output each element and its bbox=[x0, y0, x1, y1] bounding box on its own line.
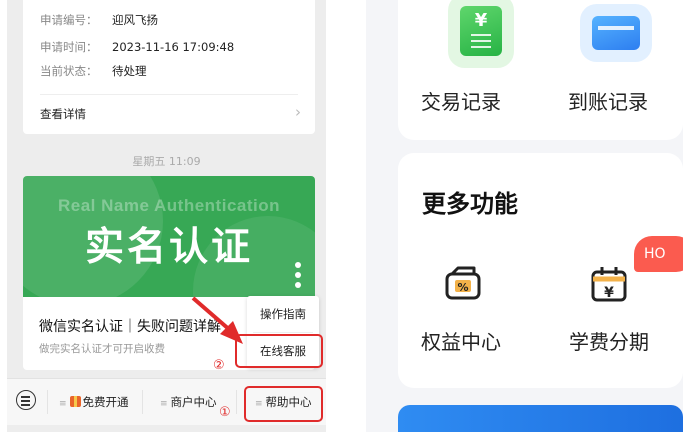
app-menu-panel: ¥ 交易记录 到账记录 更多功能 HO % ¥ 权益中心 学费分期 bbox=[366, 0, 683, 432]
divider bbox=[253, 332, 313, 333]
operation-guide-item[interactable]: 操作指南 bbox=[247, 306, 319, 322]
menu-lines-icon: ≡ bbox=[59, 399, 67, 409]
coupon-icon[interactable]: % bbox=[444, 264, 484, 306]
wechat-chat-panel: 申请编号： 迎风飞扬 申请时间： 2023-11-16 17:09:48 当前状态：… bbox=[7, 0, 326, 432]
quick-actions-card bbox=[398, 0, 683, 140]
svg-text:%: % bbox=[457, 281, 468, 294]
menu-merchant-center[interactable]: ≡ 商户中心 bbox=[160, 379, 217, 425]
section-title: 更多功能 bbox=[422, 190, 518, 218]
calendar-yuan-icon[interactable]: ¥ bbox=[590, 264, 630, 306]
hot-badge: HO bbox=[634, 236, 683, 272]
transaction-record-label[interactable]: 交易记录 bbox=[421, 86, 501, 115]
menu-free-open[interactable]: ≡ 免费开通 bbox=[59, 379, 129, 425]
card-icon[interactable] bbox=[592, 16, 640, 50]
benefits-center-label[interactable]: 权益中心 bbox=[421, 326, 501, 355]
step-marker-2: ② bbox=[213, 358, 225, 373]
menu-lines-icon: ≡ bbox=[160, 399, 168, 409]
divider bbox=[47, 390, 48, 414]
bottom-banner bbox=[398, 405, 683, 432]
svg-text:¥: ¥ bbox=[604, 285, 614, 301]
keyboard-icon[interactable] bbox=[16, 390, 36, 410]
highlight-box-help-center bbox=[244, 386, 323, 422]
arrival-record-label[interactable]: 到账记录 bbox=[568, 86, 648, 115]
divider bbox=[236, 390, 237, 414]
step-marker-1: ① bbox=[219, 405, 231, 420]
gift-icon bbox=[69, 396, 81, 407]
divider bbox=[142, 390, 143, 414]
transaction-record-icon[interactable]: ¥ bbox=[460, 6, 502, 56]
highlight-box-online-service bbox=[235, 334, 323, 368]
tuition-installment-label[interactable]: 学费分期 bbox=[569, 326, 649, 355]
